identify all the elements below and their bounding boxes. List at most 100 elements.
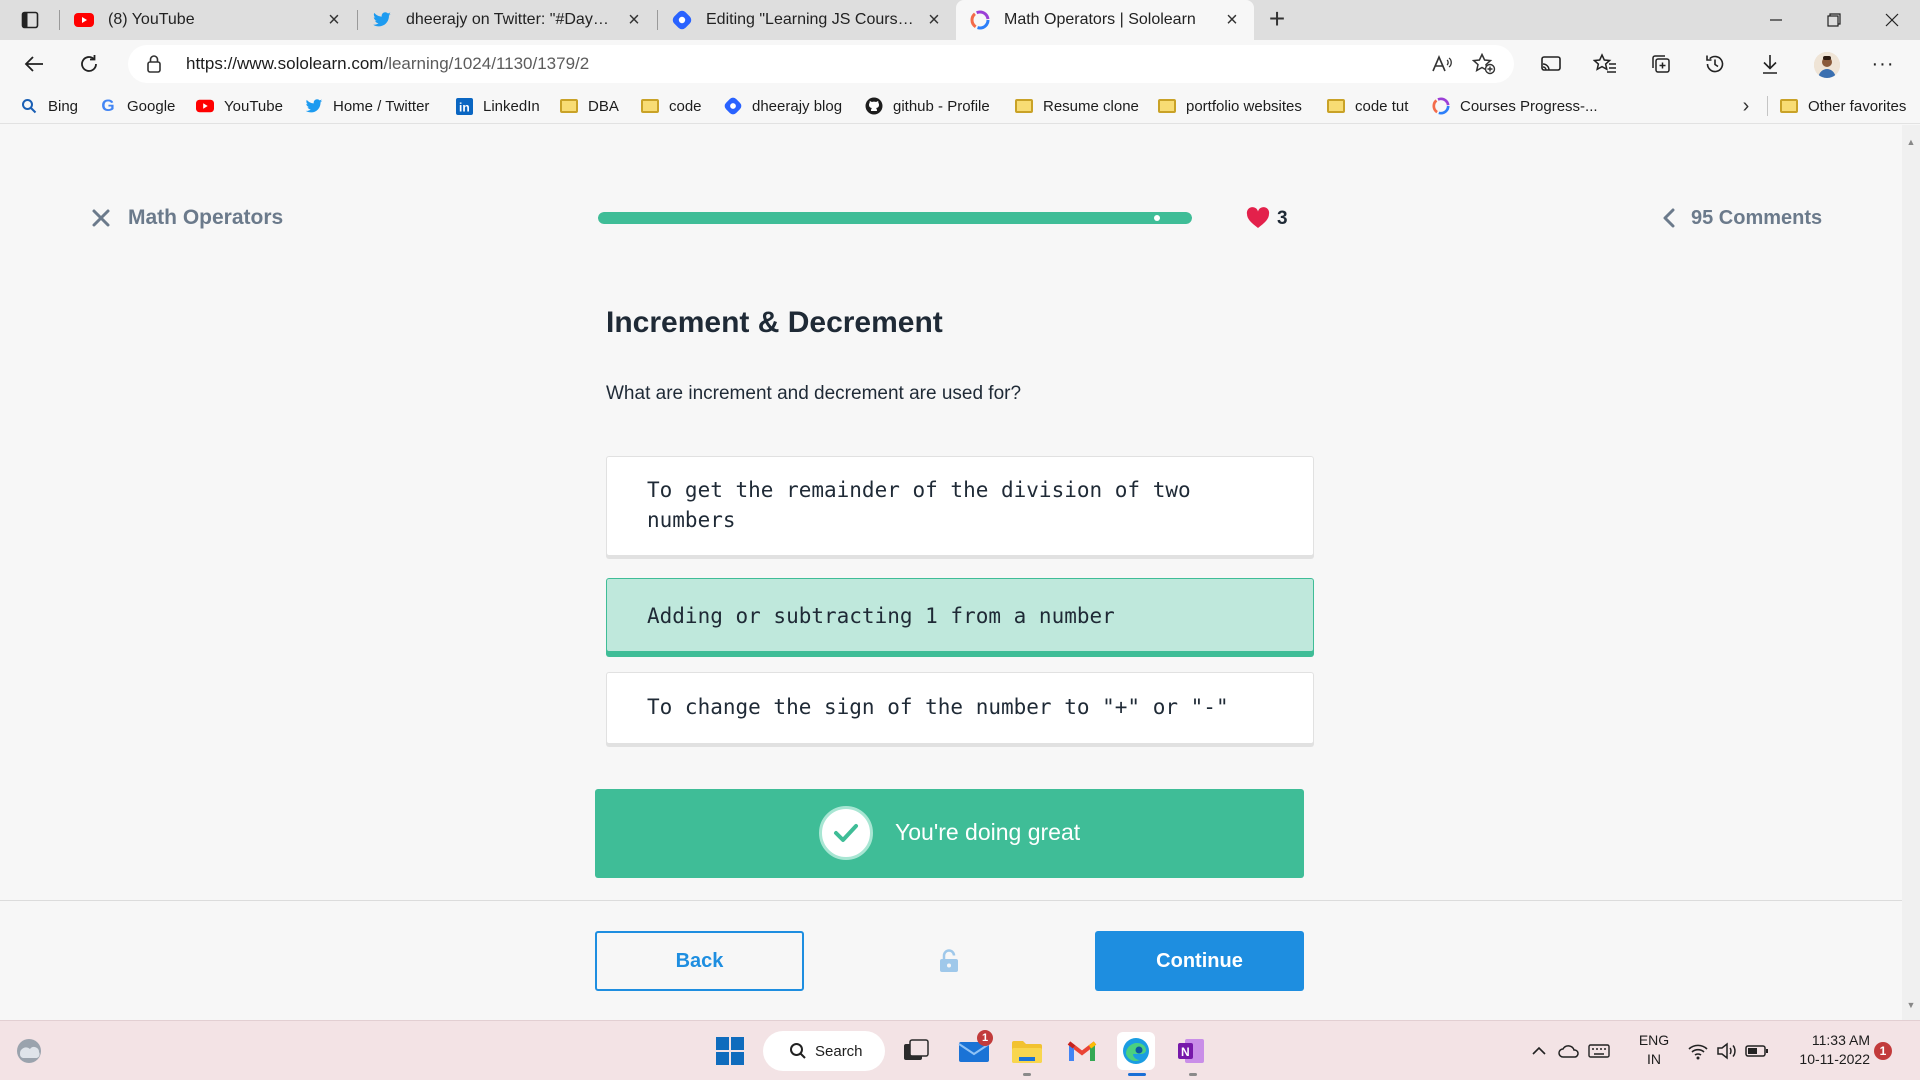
clock-date: 10-11-2022: [1799, 1051, 1870, 1067]
system-clock[interactable]: 11:33 AM 10-11-2022: [1780, 1031, 1870, 1069]
battery-icon[interactable]: [1745, 1039, 1769, 1063]
gmail-icon[interactable]: [1063, 1032, 1101, 1070]
answer-option-3[interactable]: To change the sign of the number to "+" …: [606, 672, 1314, 744]
collections-icon[interactable]: [1646, 49, 1676, 79]
answer-option-2-selected[interactable]: Adding or subtracting 1 from a number: [606, 578, 1314, 652]
cast-icon[interactable]: [1536, 49, 1566, 79]
task-view-icon[interactable]: [897, 1032, 935, 1070]
read-aloud-icon[interactable]: [1430, 52, 1454, 76]
favorite-courses-progress[interactable]: Courses Progress-...: [1432, 95, 1598, 117]
lesson-page: Math Operators 3 95 Comments Increment &…: [0, 125, 1902, 1020]
downloads-icon[interactable]: [1755, 49, 1785, 79]
favorite-folder-code[interactable]: code: [641, 95, 702, 117]
close-tab-icon[interactable]: ×: [324, 9, 344, 31]
favorite-label: YouTube: [224, 97, 283, 115]
tab-twitter[interactable]: dheerajy on Twitter: "#Day22 of # ×: [358, 0, 656, 40]
tab-title: dheerajy on Twitter: "#Day22 of #: [406, 11, 616, 28]
edge-browser-icon[interactable]: [1117, 1032, 1155, 1070]
favorite-other-favorites[interactable]: Other favorites: [1780, 95, 1906, 117]
favorites-icon[interactable]: [1590, 49, 1620, 79]
notification-badge[interactable]: 1: [1874, 1042, 1892, 1060]
taskbar-search[interactable]: Search: [763, 1031, 885, 1071]
back-arrow-icon[interactable]: [18, 48, 50, 80]
tab-youtube[interactable]: (8) YouTube ×: [60, 0, 356, 40]
favorites-bar: Bing G Google YouTube Home / Twitter in …: [0, 88, 1920, 124]
minimize-window-icon[interactable]: [1748, 0, 1804, 40]
continue-button[interactable]: Continue: [1095, 931, 1304, 991]
file-explorer-icon[interactable]: [1008, 1032, 1046, 1070]
tab-title: Editing "Learning JS Course @Sololearn": [706, 11, 916, 28]
wifi-icon[interactable]: [1686, 1039, 1710, 1063]
tab-sololearn-active[interactable]: Math Operators | Sololearn ×: [956, 0, 1254, 40]
close-tab-icon[interactable]: ×: [924, 9, 944, 31]
chevron-up-icon[interactable]: [1527, 1039, 1551, 1063]
lesson-progress-fill: [598, 212, 1192, 224]
tab-strip: (8) YouTube × dheerajy on Twitter: "#Day…: [0, 0, 1920, 40]
favorite-label: Resume clone: [1043, 97, 1139, 115]
add-favorite-icon[interactable]: [1472, 52, 1496, 76]
folder-icon: [1780, 97, 1798, 115]
windows-start-icon[interactable]: [711, 1032, 749, 1070]
close-window-icon[interactable]: [1864, 0, 1920, 40]
hashnode-icon: [724, 97, 742, 115]
favorite-folder-dba[interactable]: DBA: [560, 95, 619, 117]
new-tab-button[interactable]: +: [1263, 5, 1291, 34]
sololearn-icon: [970, 10, 990, 30]
favorite-linkedin[interactable]: in LinkedIn: [455, 95, 540, 117]
lesson-title: Math Operators: [128, 206, 284, 229]
close-tab-icon[interactable]: ×: [624, 9, 644, 31]
linkedin-icon: in: [455, 97, 473, 115]
tab-title: (8) YouTube: [108, 11, 195, 28]
svg-text:N: N: [1181, 1045, 1190, 1059]
weather-widget-icon[interactable]: [10, 1032, 48, 1070]
restore-window-icon[interactable]: [1806, 0, 1862, 40]
tab-actions-menu-icon[interactable]: [19, 9, 41, 31]
page-scrollbar[interactable]: ▲ ▼: [1902, 125, 1920, 1020]
volume-icon[interactable]: [1715, 1039, 1739, 1063]
google-icon: G: [101, 96, 115, 115]
profile-avatar[interactable]: [1814, 52, 1840, 78]
lock-icon[interactable]: [146, 54, 162, 79]
history-icon[interactable]: [1700, 49, 1730, 79]
folder-icon: [641, 97, 659, 115]
keyboard-icon[interactable]: [1587, 1039, 1611, 1063]
favorite-github-profile[interactable]: github - Profile: [865, 95, 990, 117]
more-menu-icon[interactable]: ···: [1868, 49, 1898, 79]
onenote-icon[interactable]: N: [1172, 1032, 1210, 1070]
favorite-folder-code-tut[interactable]: code tut: [1327, 95, 1408, 117]
question-prompt: What are increment and decrement are use…: [606, 383, 1022, 404]
tab-hashnode[interactable]: Editing "Learning JS Course @Sololearn" …: [658, 0, 956, 40]
favorite-folder-resume-clone[interactable]: Resume clone: [1015, 95, 1139, 117]
close-icon[interactable]: [88, 205, 114, 231]
back-button[interactable]: Back: [595, 931, 804, 991]
favorite-label: LinkedIn: [483, 97, 540, 115]
close-tab-icon[interactable]: ×: [1222, 9, 1242, 31]
url-host: https://www.sololearn.com: [186, 54, 384, 73]
search-icon: [790, 1043, 806, 1059]
favorite-google[interactable]: G Google: [99, 95, 175, 117]
favorite-youtube[interactable]: YouTube: [196, 95, 283, 117]
chevron-left-icon[interactable]: [1658, 207, 1680, 229]
running-indicator: [1189, 1073, 1197, 1076]
onedrive-cloud-icon[interactable]: [1557, 1039, 1581, 1063]
mail-app-icon[interactable]: 1: [955, 1030, 993, 1070]
url-text[interactable]: https://www.sololearn.com/learning/1024/…: [186, 54, 589, 74]
favorite-dheerajy-blog[interactable]: dheerajy blog: [724, 95, 842, 117]
browser-toolbar: https://www.sololearn.com/learning/1024/…: [0, 40, 1920, 88]
favorite-folder-portfolio-websites[interactable]: portfolio websites: [1158, 95, 1302, 117]
feedback-banner: You're doing great: [595, 789, 1304, 878]
language-indicator[interactable]: ENG IN: [1637, 1031, 1671, 1069]
refresh-icon[interactable]: [73, 48, 105, 80]
running-indicator: [1023, 1073, 1031, 1076]
favorite-label: Other favorites: [1808, 97, 1907, 115]
answer-option-1[interactable]: To get the remainder of the division of …: [606, 456, 1314, 556]
favorite-home-twitter[interactable]: Home / Twitter: [305, 95, 429, 117]
comments-link[interactable]: 95 Comments: [1691, 207, 1822, 230]
twitter-icon: [372, 10, 392, 30]
address-bar[interactable]: https://www.sololearn.com/learning/1024/…: [128, 45, 1514, 83]
favorite-label: dheerajy blog: [752, 97, 843, 115]
favorite-bing[interactable]: Bing: [20, 95, 78, 117]
chevron-right-icon[interactable]: ›: [1734, 94, 1758, 118]
scroll-up-arrow-icon[interactable]: ▲: [1906, 137, 1916, 147]
scroll-down-arrow-icon[interactable]: ▼: [1906, 1000, 1916, 1010]
